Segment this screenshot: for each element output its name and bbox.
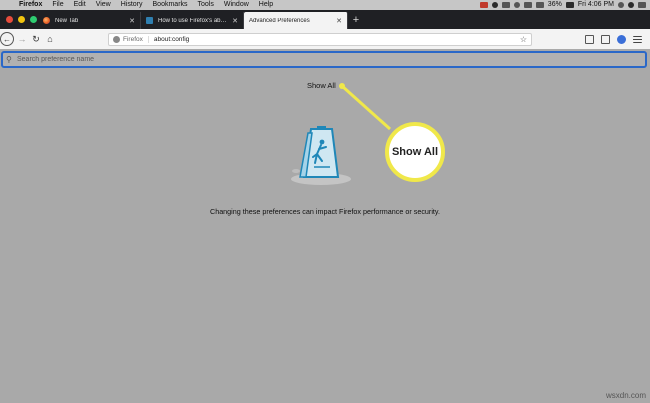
show-all-callout: Show All [385,122,445,182]
account-icon[interactable] [617,34,626,44]
battery-icon[interactable] [565,2,574,8]
home-icon[interactable]: ⌂ [44,33,56,45]
menu-file[interactable]: File [47,0,68,10]
preference-search-box[interactable]: ⚲ [1,51,647,68]
reload-icon[interactable]: ↻ [30,33,42,45]
new-tab-button[interactable]: + [348,12,364,29]
address-bar[interactable]: Firefox about:config ☆ [108,32,532,46]
identity-label: Firefox [123,35,143,43]
tab-label: Advanced Preferences [249,17,310,24]
tab-advanced-preferences[interactable]: Advanced Preferences ✕ [244,12,348,29]
about-config-page: ⚲ Show All Changing these preferences ca… [0,49,650,403]
tab-strip: New Tab ✕ How to use Firefox's about:con… [0,10,650,29]
menu-help[interactable]: Help [254,0,278,10]
macos-menu-bar: Firefox File Edit View History Bookmarks… [0,0,650,10]
tab-new-tab[interactable]: New Tab ✕ [38,12,141,29]
search-icon: ⚲ [6,55,12,64]
menu-view[interactable]: View [91,0,116,10]
firefox-icon [43,17,50,24]
screen: Firefox File Edit View History Bookmarks… [0,0,650,403]
close-icon[interactable]: ✕ [129,17,135,25]
warning-message: Changing these preferences can impact Fi… [210,207,440,216]
show-all-link[interactable]: Show All [307,81,336,90]
bluetooth-icon[interactable] [513,2,520,8]
figure-head [319,139,325,145]
menu-history[interactable]: History [116,0,148,10]
search-icon[interactable] [618,2,624,8]
url-text[interactable]: about:config [154,36,520,43]
extension-icon[interactable] [479,2,488,8]
hamburger-menu-icon[interactable] [633,35,642,43]
tab-how-to-use[interactable]: How to use Firefox's about:con ✕ [141,12,244,29]
menu-tools[interactable]: Tools [193,0,219,10]
battery-percent: 36% [547,1,562,8]
sidebar-icon[interactable] [601,34,610,44]
close-window-button[interactable] [6,16,13,23]
puddle-decoration [292,169,300,173]
window-controls [0,10,38,29]
close-icon[interactable]: ✕ [336,17,342,25]
watermark: wsxdn.com [605,391,646,400]
notification-center-icon[interactable] [638,2,646,8]
close-icon[interactable]: ✕ [232,17,238,25]
menu-app-name[interactable]: Firefox [14,0,47,10]
sync-icon[interactable] [491,2,498,8]
library-icon[interactable] [585,34,594,44]
identity-box[interactable]: Firefox [113,35,149,43]
menu-clock[interactable]: Fri 4:06 PM [578,0,614,10]
menu-edit[interactable]: Edit [69,0,91,10]
zoom-window-button[interactable] [30,16,37,23]
callout-label: Show All [391,146,439,158]
cast-icon[interactable] [501,2,510,8]
status-area: 36% Fri 4:06 PM [479,0,650,10]
wifi-icon[interactable] [523,2,532,8]
toolbar-buttons [585,34,650,44]
firefox-icon [113,35,120,43]
menu-window[interactable]: Window [219,0,254,10]
back-arrow-icon[interactable]: ← [0,32,14,46]
menu-bookmarks[interactable]: Bookmarks [148,0,193,10]
volume-icon[interactable] [535,2,544,8]
bookmark-star-icon[interactable]: ☆ [520,35,527,44]
warning-sign-illustration [291,126,351,185]
site-icon [146,17,153,24]
navigation-toolbar: ← → ↻ ⌂ Firefox about:config ☆ [0,29,650,49]
minimize-window-button[interactable] [18,16,25,23]
user-icon[interactable] [628,2,634,8]
tab-label: How to use Firefox's about:con [158,17,229,24]
tab-label: New Tab [55,17,79,24]
sign-handle [317,126,326,129]
search-input[interactable] [17,56,617,63]
forward-arrow-icon[interactable]: → [16,33,28,45]
